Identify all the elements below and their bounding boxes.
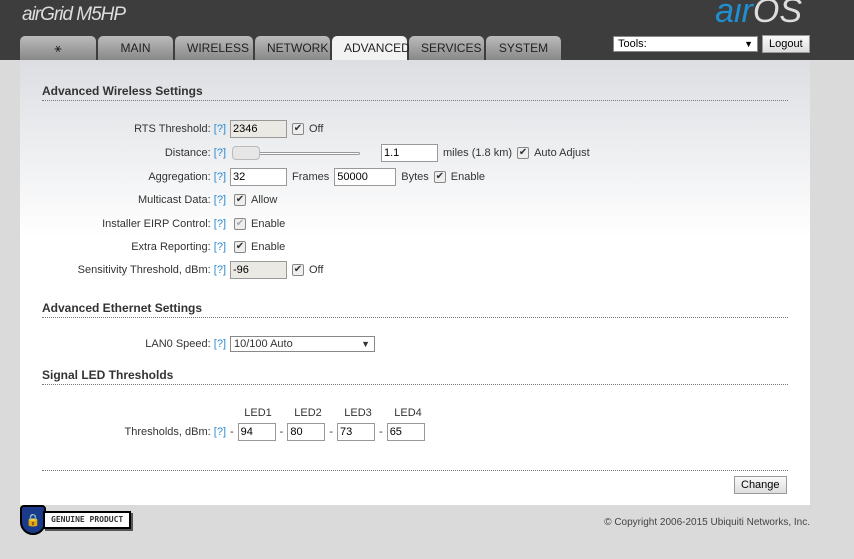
aggregation-enable-checkbox[interactable]: ✔ <box>433 171 446 183</box>
help-link[interactable]: [?] <box>214 241 226 253</box>
led1-input[interactable] <box>237 423 276 441</box>
bytes-label: Bytes <box>401 171 429 183</box>
multicast-label: Multicast Data: [?] <box>137 194 226 206</box>
extra-reporting-checkbox[interactable]: ✔ <box>234 241 246 253</box>
aggregation-frames-input[interactable] <box>230 168 287 186</box>
help-link[interactable]: [?] <box>214 338 226 350</box>
help-link[interactable]: [?] <box>214 171 226 183</box>
distance-input[interactable] <box>381 144 438 162</box>
genuine-product-text: GENUINE PRODUCT <box>43 511 132 529</box>
aggregation-enable-label: Enable <box>450 171 486 183</box>
help-link[interactable]: [?] <box>214 264 226 276</box>
tab-ubnt-logo[interactable]: ⚹ <box>20 36 96 60</box>
dash: - <box>230 426 234 438</box>
section-led-thresholds: Signal LED Thresholds <box>42 368 788 385</box>
led4-header: LED4 <box>394 407 422 419</box>
sensitivity-input[interactable] <box>230 261 287 279</box>
lan0-speed-label: LAN0 Speed: [?] <box>145 338 226 350</box>
auto-adjust-label: Auto Adjust <box>534 147 590 159</box>
help-link[interactable]: [?] <box>214 123 226 135</box>
sensitivity-off-label: Off <box>309 264 324 276</box>
thresholds-label: Thresholds, dBm: [?] <box>124 426 227 438</box>
ubiquiti-logo-icon: ⚹ <box>54 41 62 55</box>
led2-header: LED2 <box>294 407 322 419</box>
genuine-product-badge: 🔒 GENUINE PRODUCT <box>20 505 132 535</box>
tab-network[interactable]: NETWORK <box>255 36 330 60</box>
eirp-enable-checkbox: ✔ <box>234 218 246 230</box>
frames-label: Frames <box>292 171 330 183</box>
chevron-down-icon: ▼ <box>744 39 753 49</box>
tab-wireless[interactable]: WIRELESS <box>175 36 253 60</box>
multicast-allow-label: Allow <box>251 194 278 206</box>
section-advanced-wireless: Advanced Wireless Settings <box>42 84 788 101</box>
copyright: © Copyright 2006-2015 Ubiquiti Networks,… <box>604 517 810 528</box>
rts-label: RTS Threshold: [?] <box>134 123 226 135</box>
tab-services[interactable]: SERVICES <box>409 36 484 60</box>
main-tabs: ⚹ MAIN WIRELESS NETWORK ADVANCED SERVICE… <box>20 36 561 61</box>
help-link[interactable]: [?] <box>214 218 226 230</box>
logout-button[interactable]: Logout <box>762 35 810 53</box>
lan0-speed-select[interactable]: 10/100 Auto ▼ <box>230 336 375 352</box>
advanced-panel: Advanced Wireless Settings RTS Threshold… <box>20 60 810 505</box>
airos-logo: airOS <box>715 0 802 30</box>
led1-header: LED1 <box>244 407 272 419</box>
rts-off-checkbox[interactable]: ✔ <box>292 123 304 135</box>
distance-label: Distance: [?] <box>164 147 226 159</box>
tools-select[interactable]: Tools: ▼ <box>613 36 758 52</box>
distance-slider[interactable] <box>232 146 360 160</box>
led2-input[interactable] <box>287 423 326 441</box>
chevron-down-icon: ▼ <box>361 339 370 349</box>
aggregation-label: Aggregation: [?] <box>148 171 226 183</box>
slider-thumb[interactable] <box>232 146 260 160</box>
dash: - <box>279 426 284 438</box>
eirp-enable-label: Enable <box>251 218 286 230</box>
sensitivity-label: Sensitivity Threshold, dBm: [?] <box>77 264 226 276</box>
led3-header: LED3 <box>344 407 372 419</box>
help-link[interactable]: [?] <box>214 147 226 159</box>
divider <box>42 470 788 471</box>
extra-reporting-label: Extra Reporting: [?] <box>131 241 226 253</box>
tab-main[interactable]: MAIN <box>98 36 173 60</box>
distance-unit: miles (1.8 km) <box>443 147 513 159</box>
led3-input[interactable] <box>337 423 376 441</box>
extra-reporting-enable-label: Enable <box>251 241 286 253</box>
section-advanced-ethernet: Advanced Ethernet Settings <box>42 301 788 318</box>
rts-off-label: Off <box>309 123 324 135</box>
tab-system[interactable]: SYSTEM <box>486 36 561 60</box>
sensitivity-off-checkbox[interactable]: ✔ <box>292 264 304 276</box>
led4-input[interactable] <box>386 423 425 441</box>
header-bar: airGrid M5HP airOS ⚹ MAIN WIRELESS NETWO… <box>0 0 854 61</box>
eirp-label: Installer EIRP Control: [?] <box>102 218 226 230</box>
dash: - <box>379 426 383 438</box>
change-button[interactable]: Change <box>734 476 787 494</box>
device-brand: airGrid M5HP <box>22 4 126 25</box>
help-link[interactable]: [?] <box>214 426 226 438</box>
rts-threshold-input[interactable] <box>230 120 287 138</box>
dash: - <box>329 426 334 438</box>
tab-advanced[interactable]: ADVANCED <box>332 36 410 61</box>
multicast-allow-checkbox[interactable]: ✔ <box>234 194 246 206</box>
help-link[interactable]: [?] <box>214 194 226 206</box>
aggregation-bytes-input[interactable] <box>334 168 397 186</box>
auto-adjust-checkbox[interactable]: ✔ <box>517 147 530 159</box>
